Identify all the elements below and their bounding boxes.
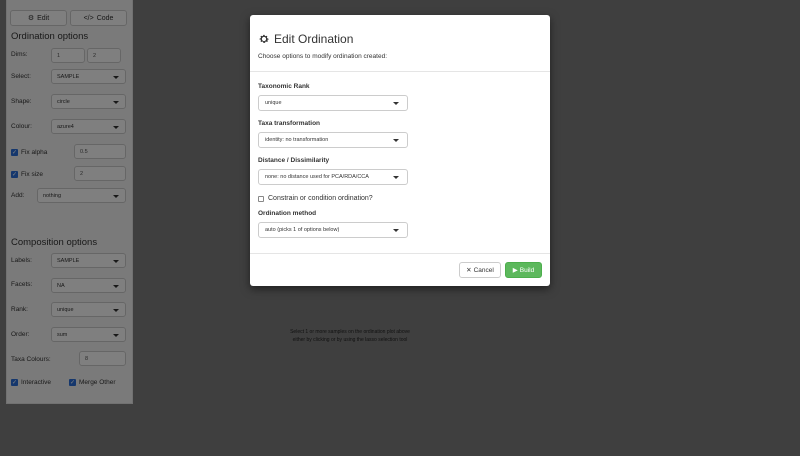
distance-value: none: no distance used for PCA/RDA/CCA: [265, 174, 369, 180]
modal-header: Edit Ordination Choose options to modify…: [250, 15, 550, 72]
gear-icon: [259, 34, 269, 43]
taxonomic-rank-label: Taxonomic Rank: [258, 83, 310, 90]
ordination-method-label: Ordination method: [258, 210, 317, 217]
constrain-checkbox[interactable]: Constrain or condition ordination?: [258, 195, 373, 202]
cancel-label: Cancel: [473, 266, 494, 274]
chevron-down-icon: [393, 139, 399, 142]
chevron-down-icon: [393, 229, 399, 232]
taxonomic-rank-value: unique: [265, 100, 282, 106]
edit-ordination-modal: Edit Ordination Choose options to modify…: [250, 15, 550, 286]
close-icon: ✕: [466, 267, 472, 274]
chevron-down-icon: [393, 176, 399, 179]
ordination-method-value: auto (picks 1 of options below): [265, 227, 340, 233]
cancel-button[interactable]: ✕ Cancel: [459, 262, 501, 278]
taxonomic-rank-dropdown[interactable]: unique: [258, 95, 408, 111]
modal-title: Edit Ordination: [258, 32, 353, 46]
modal-title-text: Edit Ordination: [274, 32, 354, 46]
distance-label: Distance / Dissimilarity: [258, 157, 330, 164]
modal-footer: ✕ Cancel ▶ Build: [250, 253, 550, 286]
distance-dropdown[interactable]: none: no distance used for PCA/RDA/CCA: [258, 169, 408, 185]
checkbox-box[interactable]: [258, 195, 264, 202]
chevron-down-icon: [393, 102, 399, 105]
play-icon: ▶: [512, 267, 518, 274]
build-label: Build: [519, 266, 535, 274]
taxa-transformation-value: identity: no transformation: [265, 137, 329, 143]
taxa-transformation-label: Taxa transformation: [258, 120, 321, 127]
build-button[interactable]: ▶ Build: [505, 262, 542, 278]
modal-subtitle: Choose options to modify ordination crea…: [258, 53, 387, 60]
constrain-label: Constrain or condition ordination?: [268, 195, 373, 202]
ordination-method-dropdown[interactable]: auto (picks 1 of options below): [258, 222, 408, 238]
taxa-transformation-dropdown[interactable]: identity: no transformation: [258, 132, 408, 148]
